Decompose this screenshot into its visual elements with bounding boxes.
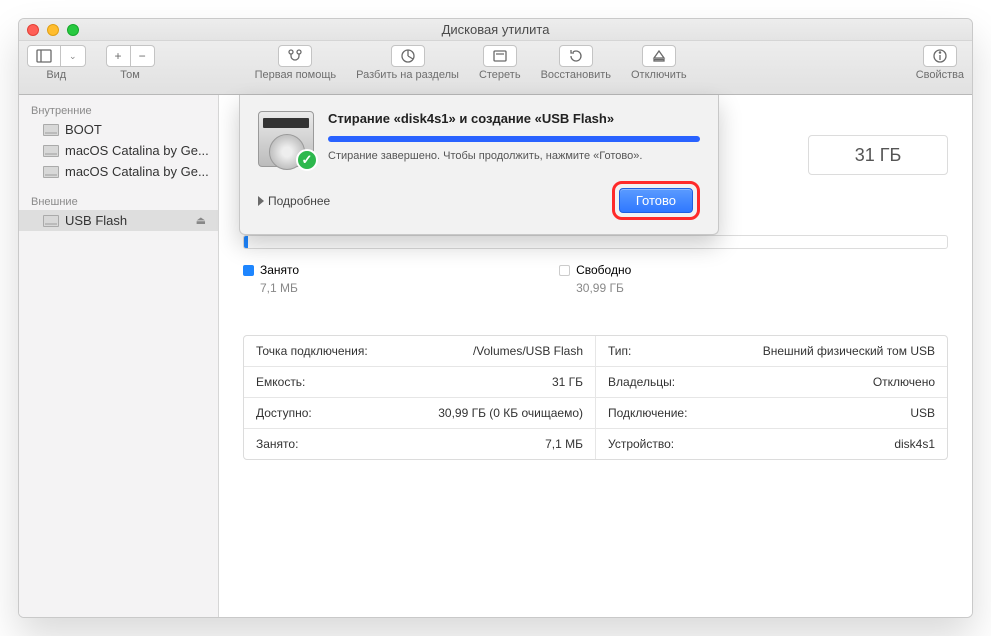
hard-drive-icon: ✓ [258, 111, 314, 167]
info-label: Владельцы: [608, 375, 675, 389]
sidebar-section-external: Внешние [19, 192, 218, 210]
sidebar-section-internal: Внутренние [19, 101, 218, 119]
sidebar-icon [36, 48, 52, 64]
sidebar-item-label: macOS Catalina by Ge... [65, 143, 209, 158]
swatch-used [243, 265, 254, 276]
sidebar-item-catalina-1[interactable]: macOS Catalina by Ge... [19, 140, 218, 161]
erase-button[interactable] [483, 45, 517, 67]
info-value: disk4s1 [894, 437, 935, 451]
toolbar-label: Стереть [479, 69, 521, 81]
disk-icon [43, 166, 59, 178]
info-value: /Volumes/USB Flash [473, 344, 583, 358]
view-mode-button[interactable] [27, 45, 61, 67]
info-label: Емкость: [256, 375, 305, 389]
sidebar-item-catalina-2[interactable]: macOS Catalina by Ge... [19, 161, 218, 182]
toolbar-label: Первая помощь [255, 69, 337, 81]
disk-icon [43, 124, 59, 136]
disk-icon [43, 145, 59, 157]
toolbar-label: Свойства [916, 69, 964, 81]
info-value: 31 ГБ [552, 375, 583, 389]
info-icon [932, 48, 948, 64]
eject-icon [651, 48, 667, 64]
disk-icon [43, 215, 59, 227]
toolbar-label: Разбить на разделы [356, 69, 459, 81]
swatch-free [559, 265, 570, 276]
sidebar-item-label: USB Flash [65, 213, 127, 228]
erase-icon [492, 48, 508, 64]
legend-used-label: Занято [260, 263, 299, 277]
info-value: Внешний физический том USB [763, 344, 935, 358]
sidebar-item-label: BOOT [65, 122, 102, 137]
info-value: Отключено [873, 375, 935, 389]
sidebar-item-usb-flash[interactable]: USB Flash ⏏ [19, 210, 218, 231]
stethoscope-icon [287, 48, 303, 64]
legend-free-label: Свободно [576, 263, 631, 277]
eject-icon[interactable]: ⏏ [196, 214, 206, 227]
info-label: Устройство: [608, 437, 674, 451]
usage-legend: Занято 7,1 МБ Свободно 30,99 ГБ [243, 263, 948, 295]
triangle-right-icon [258, 196, 264, 206]
usage-fill [244, 236, 248, 248]
done-highlight: Готово [612, 181, 700, 220]
legend-free-value: 30,99 ГБ [559, 281, 631, 295]
info-value: 30,99 ГБ (0 КБ очищаемо) [438, 406, 583, 420]
progress-bar [328, 136, 700, 142]
legend-used-value: 7,1 МБ [243, 281, 299, 295]
usage-bar [243, 235, 948, 249]
checkmark-icon: ✓ [296, 149, 318, 171]
sheet-message: Стирание завершено. Чтобы продолжить, на… [328, 150, 700, 162]
sidebar-item-label: macOS Catalina by Ge... [65, 164, 209, 179]
restore-icon [568, 48, 584, 64]
partition-button[interactable] [391, 45, 425, 67]
sheet-title: Стирание «disk4s1» и создание «USB Flash… [328, 111, 700, 126]
toolbar-label: Вид [46, 69, 66, 81]
pie-icon [400, 48, 416, 64]
done-button[interactable]: Готово [619, 188, 693, 213]
unmount-button[interactable] [642, 45, 676, 67]
toolbar-label: Отключить [631, 69, 687, 81]
details-label: Подробнее [268, 194, 330, 208]
info-label: Доступно: [256, 406, 312, 420]
toolbar-label: Восстановить [541, 69, 611, 81]
titlebar: Дисковая утилита [19, 19, 972, 41]
sidebar: Внутренние BOOT macOS Catalina by Ge... … [19, 95, 219, 617]
erase-complete-sheet: ✓ Стирание «disk4s1» и создание «USB Fla… [239, 95, 719, 235]
toolbar: ⌄ Вид + − Том Первая помощь Разбить на р… [19, 41, 972, 95]
info-label: Тип: [608, 344, 631, 358]
window-title: Дисковая утилита [19, 22, 972, 37]
remove-volume-button[interactable]: − [131, 45, 155, 67]
info-label: Подключение: [608, 406, 687, 420]
sidebar-item-boot[interactable]: BOOT [19, 119, 218, 140]
restore-button[interactable] [559, 45, 593, 67]
details-disclosure[interactable]: Подробнее [258, 194, 330, 208]
toolbar-label: Том [120, 69, 140, 81]
info-button[interactable] [923, 45, 957, 67]
info-value: 7,1 МБ [545, 437, 583, 451]
disk-utility-window: Дисковая утилита ⌄ Вид + − Том Первая по… [18, 18, 973, 618]
info-label: Занято: [256, 437, 298, 451]
info-label: Точка подключения: [256, 344, 368, 358]
chevron-down-icon: ⌄ [69, 51, 77, 62]
info-value: USB [910, 406, 935, 420]
view-dropdown-button[interactable]: ⌄ [61, 45, 86, 67]
capacity-box: 31 ГБ [808, 135, 948, 175]
info-panel: Точка подключения: /Volumes/USB Flash Тип… [243, 335, 948, 460]
add-volume-button[interactable]: + [106, 45, 131, 67]
first-aid-button[interactable] [278, 45, 312, 67]
